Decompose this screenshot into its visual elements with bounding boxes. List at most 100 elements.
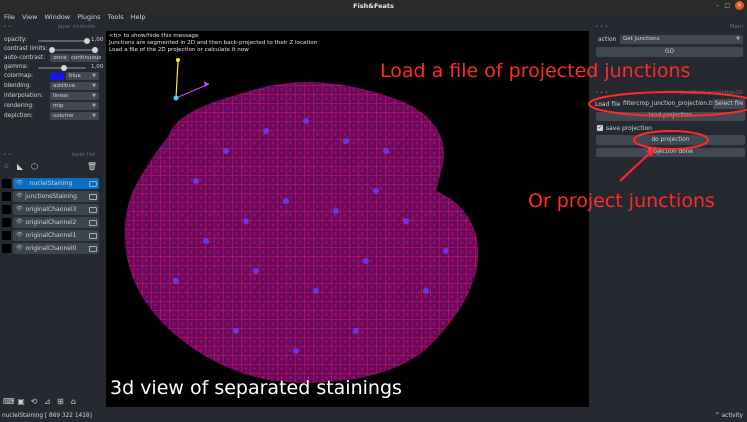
layer-row[interactable]: 👁 originalChannel3 bbox=[0, 204, 101, 215]
image-layer-icon bbox=[89, 194, 97, 200]
rendering-select[interactable]: mip ▼ bbox=[50, 102, 99, 110]
layer-item[interactable]: 👁 junctionsStaining bbox=[13, 191, 99, 202]
delete-layer-icon[interactable]: 🗑 bbox=[87, 162, 97, 171]
layer-thumbnail bbox=[2, 244, 11, 253]
viewer-canvas[interactable]: <h> to show/hide this message Junctions … bbox=[106, 31, 589, 407]
annotation-arrow bbox=[619, 150, 653, 182]
layer-row[interactable]: 👁 originalChannel2 bbox=[0, 217, 101, 228]
layer-name: originalChannel1 bbox=[25, 232, 77, 239]
image-layer-icon bbox=[89, 220, 97, 226]
image-layer-icon bbox=[89, 207, 97, 213]
layer-controls-header: layer controls bbox=[57, 24, 95, 30]
layer-row[interactable]: 👁 originalChannel1 bbox=[0, 230, 101, 241]
dock-handle-icon[interactable]: • • bbox=[3, 24, 11, 32]
gamma-slider-handle[interactable] bbox=[61, 65, 67, 71]
interpolation-select[interactable]: linear ▼ bbox=[50, 92, 99, 100]
maximize-icon[interactable]: □ bbox=[724, 2, 730, 9]
axes-indicator bbox=[173, 58, 210, 101]
layer-thumbnail bbox=[2, 179, 11, 188]
layer-item[interactable]: 👁 originalChannel0 bbox=[13, 243, 99, 254]
title-bar: Fish&Feats – □ ✕ bbox=[0, 0, 747, 12]
blending-row: blending: additive ▼ bbox=[4, 82, 99, 91]
new-points-layer-icon[interactable]: ⁘ bbox=[3, 162, 10, 171]
home-icon[interactable]: ⌂ bbox=[68, 397, 78, 407]
status-bar: nucleiStaining [ 869 322 1418] ^ activit… bbox=[0, 411, 747, 422]
image-layer-icon bbox=[89, 181, 97, 187]
transpose-icon[interactable]: ⊿ bbox=[42, 397, 52, 407]
console-icon[interactable]: ⌨ bbox=[3, 397, 15, 407]
auto-continuous-button[interactable]: continuous bbox=[71, 54, 101, 62]
layer-name: nucleiStaining bbox=[29, 180, 73, 187]
layer-name: junctionsStaining bbox=[25, 193, 77, 200]
viewer-message-line: <h> to show/hide this message bbox=[109, 33, 199, 39]
go-button[interactable]: GO bbox=[596, 47, 743, 57]
action-select[interactable]: Get junctions ▼ bbox=[620, 35, 743, 44]
ndisplay-toggle-icon[interactable]: ▣ bbox=[16, 397, 26, 407]
grid-view-icon[interactable]: ⊞ bbox=[55, 397, 65, 407]
colormap-select[interactable]: blue ▼ bbox=[66, 72, 99, 80]
layer-thumbnail bbox=[2, 205, 11, 214]
menu-window[interactable]: Window bbox=[44, 12, 70, 23]
annotation-overlay bbox=[588, 91, 747, 182]
viewer-buttons: ⌨ ▣ ⟲ ⊿ ⊞ ⌂ bbox=[3, 397, 79, 407]
chevron-down-icon: ▼ bbox=[92, 113, 96, 119]
auto-contrast-row: auto-contrast: once continuous bbox=[4, 54, 102, 62]
layer-row[interactable]: 👁 originalChannel0 bbox=[0, 243, 101, 254]
contrast-slider[interactable] bbox=[50, 49, 98, 51]
layer-list: 👁 nucleiStaining 👁 junctionsStaining 👁 origin… bbox=[0, 178, 103, 258]
interpolation-row: interpolation: linear ▼ bbox=[4, 92, 99, 101]
chevron-down-icon: ▼ bbox=[92, 93, 96, 99]
dock-handle-icon[interactable]: • • • bbox=[595, 24, 608, 32]
contrast-max-handle[interactable] bbox=[92, 47, 98, 53]
chevron-down-icon: ▼ bbox=[92, 103, 96, 109]
menu-bar: File View Window Plugins Tools Help bbox=[0, 12, 747, 23]
viewer-message-line: Load a file of the 2D projection or calc… bbox=[109, 47, 249, 53]
minimize-icon[interactable]: – bbox=[716, 2, 719, 9]
depiction-row: depiction: volume ▼ bbox=[4, 112, 99, 121]
dock-handle-icon[interactable]: • • bbox=[3, 152, 11, 160]
opacity-slider[interactable] bbox=[38, 40, 86, 42]
opacity-row: opacity: 1,00 bbox=[4, 37, 104, 44]
gamma-row: gamma: 1,00 bbox=[4, 64, 104, 71]
annotation-project: Or project junctions bbox=[528, 190, 715, 212]
layer-name: originalChannel3 bbox=[25, 206, 77, 213]
layer-thumbnail bbox=[2, 192, 11, 201]
new-shapes-layer-icon[interactable]: ◣ bbox=[17, 162, 23, 171]
layer-item[interactable]: 👁 originalChannel1 bbox=[13, 230, 99, 241]
layer-item[interactable]: 👁 nucleiStaining bbox=[13, 178, 99, 189]
load-file-highlight bbox=[588, 91, 747, 117]
do-projection-highlight bbox=[633, 130, 709, 150]
layer-list-panel: • • layer list ⁘ ◣ ⬡ 🗑 👁 nucleiStaining 👁 j… bbox=[0, 152, 103, 262]
annotation-3d-view: 3d view of separated stainings bbox=[110, 377, 402, 399]
layer-name: originalChannel0 bbox=[25, 245, 77, 252]
close-icon[interactable]: ✕ bbox=[735, 1, 744, 10]
layer-thumbnail bbox=[2, 231, 11, 240]
new-labels-layer-icon[interactable]: ⬡ bbox=[31, 162, 38, 171]
contrast-row: contrast limits: bbox=[4, 45, 98, 54]
menu-file[interactable]: File bbox=[4, 12, 15, 23]
viewer-message-line: Junctions are segmented in 2D and then b… bbox=[109, 40, 318, 46]
main-panel-header: Main bbox=[729, 24, 743, 30]
opacity-slider-handle[interactable] bbox=[84, 38, 90, 44]
status-coordinates: nucleiStaining [ 869 322 1418] bbox=[2, 413, 92, 419]
image-layer-icon bbox=[89, 246, 97, 252]
auto-once-button[interactable]: once bbox=[50, 54, 70, 62]
depiction-select[interactable]: volume ▼ bbox=[50, 112, 99, 120]
layer-controls-panel: • • layer controls opacity: 1,00 contras… bbox=[0, 24, 103, 146]
menu-view[interactable]: View bbox=[22, 12, 37, 23]
blending-select[interactable]: additive ▼ bbox=[50, 82, 99, 90]
colormap-swatch bbox=[50, 73, 64, 80]
menu-help[interactable]: Help bbox=[131, 12, 146, 23]
menu-tools[interactable]: Tools bbox=[108, 12, 124, 23]
menu-plugins[interactable]: Plugins bbox=[77, 12, 100, 23]
layer-item[interactable]: 👁 originalChannel2 bbox=[13, 217, 99, 228]
contrast-min-handle[interactable] bbox=[49, 47, 55, 53]
layer-thumbnail bbox=[2, 218, 11, 227]
layer-item[interactable]: 👁 originalChannel3 bbox=[13, 204, 99, 215]
layer-row[interactable]: 👁 junctionsStaining bbox=[0, 191, 101, 202]
window-title: Fish&Feats bbox=[353, 2, 394, 10]
roll-dimensions-icon[interactable]: ⟲ bbox=[29, 397, 39, 407]
activity-button[interactable]: ^ activity bbox=[715, 413, 743, 419]
chevron-down-icon: ▼ bbox=[92, 83, 96, 89]
layer-row[interactable]: 👁 nucleiStaining bbox=[0, 178, 101, 189]
